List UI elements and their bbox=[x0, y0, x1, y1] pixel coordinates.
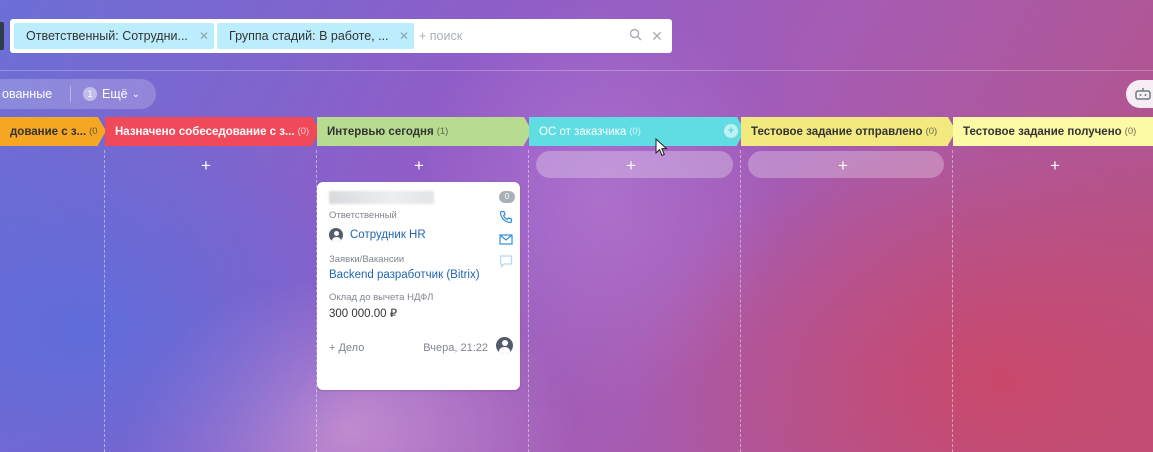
clear-icon[interactable]: ✕ bbox=[646, 28, 668, 45]
column-divider bbox=[104, 150, 105, 452]
column-divider bbox=[952, 150, 953, 452]
column-divider bbox=[740, 150, 741, 452]
left-edge-button[interactable] bbox=[0, 22, 4, 50]
search-icon[interactable] bbox=[624, 28, 646, 44]
divider bbox=[0, 70, 1153, 71]
salary-label: Оклад до вычета НДФЛ bbox=[329, 292, 434, 303]
responsible-label: Ответственный bbox=[329, 210, 397, 221]
add-activity-button[interactable]: + Дело bbox=[329, 342, 364, 354]
stage-header-test-received[interactable]: Тестовое задание получено (0) bbox=[953, 117, 1153, 146]
responsible-name[interactable]: Сотрудник HR bbox=[350, 229, 426, 241]
filter-chip-responsible[interactable]: Ответственный: Сотрудни... ✕ bbox=[14, 23, 214, 49]
filter-chip-stage-group[interactable]: Группа стадий: В работе, ... ✕ bbox=[217, 23, 414, 49]
responsible-row[interactable]: Сотрудник HR bbox=[329, 228, 426, 242]
mouse-cursor-icon bbox=[655, 138, 668, 157]
timestamp: Вчера, 21:22 bbox=[423, 342, 488, 354]
stage-title: Тестовое задание отправлено bbox=[751, 125, 923, 138]
quick-add-button[interactable]: + bbox=[1040, 156, 1070, 176]
stage-header-test-sent[interactable]: Тестовое задание отправлено (0) bbox=[741, 117, 956, 146]
email-icon[interactable] bbox=[499, 232, 513, 246]
stage-count: (1) bbox=[436, 126, 449, 137]
card-badge: 0 bbox=[499, 191, 515, 203]
stage-count: (0) bbox=[89, 126, 101, 137]
vacancy-link[interactable]: Backend разработчик (Bitrix) bbox=[329, 269, 480, 281]
stage-title: Тестовое задание получено bbox=[963, 125, 1122, 138]
views-bar: ованные 1 Ещё ⌄ bbox=[0, 79, 156, 109]
phone-icon[interactable] bbox=[499, 210, 513, 224]
stage-count: (0) bbox=[925, 126, 938, 137]
stage-title: Назначено собеседование с з... bbox=[115, 125, 295, 138]
more-button[interactable]: Ещё bbox=[102, 87, 128, 101]
stage-count: (0) bbox=[629, 126, 641, 137]
stage-count: (0) bbox=[1124, 126, 1137, 137]
close-icon[interactable]: ✕ bbox=[398, 29, 410, 43]
stage-count: (0) bbox=[297, 126, 310, 137]
quick-add-button[interactable]: + bbox=[616, 156, 646, 176]
stage-title: ОС от заказчика bbox=[539, 125, 627, 138]
view-tab-label[interactable]: ованные bbox=[0, 87, 70, 101]
settings-button[interactable] bbox=[1126, 80, 1153, 108]
chevron-down-icon[interactable]: ⌄ bbox=[132, 89, 140, 100]
filter-chip-label: Группа стадий: В работе, ... bbox=[229, 29, 388, 43]
stage-header-interview-today[interactable]: Интервью сегодня (1) bbox=[317, 117, 532, 146]
stage-title: дование с з... bbox=[10, 125, 87, 138]
close-icon[interactable]: ✕ bbox=[198, 29, 210, 43]
card-title-blurred[interactable] bbox=[329, 191, 434, 204]
stage-title: Интервью сегодня bbox=[327, 125, 434, 138]
quick-add-button[interactable]: + bbox=[828, 156, 858, 176]
stage-header-interview-scheduled[interactable]: Назначено собеседование с з... (0) bbox=[105, 117, 320, 146]
stage-header-prev[interactable]: дование с з... (0) bbox=[0, 117, 106, 146]
salary-value: 300 000.00 ₽ bbox=[329, 308, 398, 320]
avatar bbox=[329, 228, 343, 242]
count-badge: 1 bbox=[83, 87, 97, 101]
deal-card[interactable]: 0 Ответственный Сотрудник HR Заявки/Вака… bbox=[317, 182, 520, 390]
quick-add-button[interactable]: + bbox=[404, 156, 434, 176]
stage-header-client-feedback[interactable]: ОС от заказчика (0) bbox=[529, 117, 745, 146]
robot-icon bbox=[1135, 88, 1151, 100]
chat-icon[interactable] bbox=[499, 254, 513, 268]
quick-add-button[interactable]: + bbox=[191, 156, 221, 176]
filter-chip-label: Ответственный: Сотрудни... bbox=[26, 29, 188, 43]
separator bbox=[70, 86, 71, 102]
vacancy-label: Заявки/Вакансии bbox=[329, 254, 405, 265]
filter-bar: Ответственный: Сотрудни... ✕ Группа стад… bbox=[10, 19, 672, 53]
search-input[interactable] bbox=[417, 29, 624, 43]
avatar[interactable] bbox=[496, 337, 513, 354]
add-stage-button[interactable]: + bbox=[724, 124, 738, 138]
column-divider bbox=[528, 150, 529, 452]
